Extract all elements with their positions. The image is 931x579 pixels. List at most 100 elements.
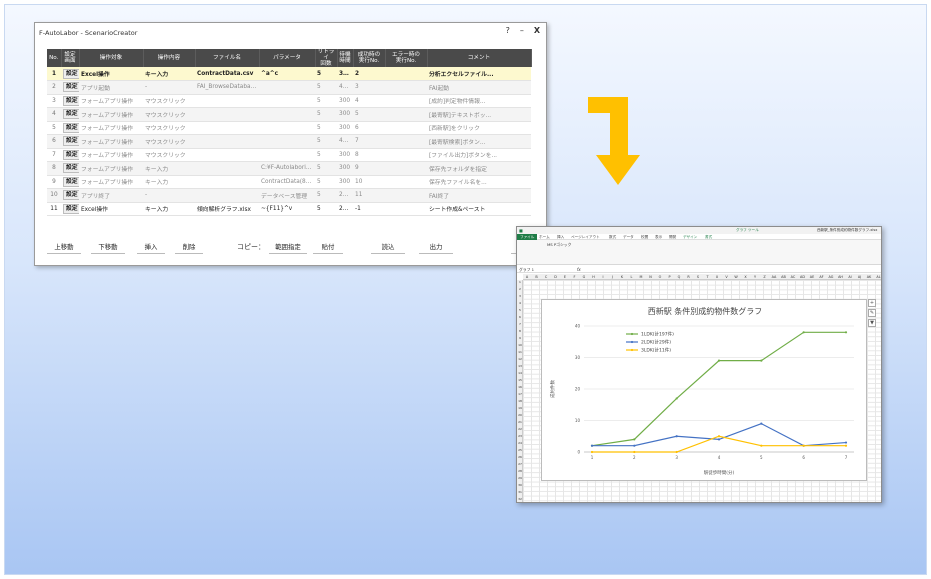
- paste-button[interactable]: 貼付: [313, 241, 343, 254]
- cell-succ: 2: [353, 67, 385, 81]
- cell-err: [385, 67, 427, 81]
- cell-retry: 5: [315, 188, 337, 203]
- insert-button[interactable]: 挿入: [137, 241, 165, 254]
- column-header: No.: [47, 49, 62, 67]
- cell-action: キー入力: [143, 67, 195, 81]
- cell-succ: 6: [353, 121, 385, 135]
- cell-err: [385, 188, 427, 203]
- cell-comment: [ファイル出力]ボタンを...: [427, 148, 531, 162]
- scenario-row[interactable]: 1設定Excel操作キー入力ContractData.csv^a^c530002…: [47, 67, 531, 81]
- cell-param: [259, 80, 315, 95]
- cell-err: [385, 134, 427, 149]
- chart-side-buttons: + ✎ ▼: [868, 299, 878, 329]
- cell-wait: 4000: [337, 80, 353, 95]
- cell-wait: 300: [337, 94, 353, 108]
- cell-action: キー入力: [143, 175, 195, 189]
- cell-err: [385, 94, 427, 108]
- cell-param: [259, 148, 315, 162]
- cell-action: キー入力: [143, 161, 195, 176]
- scenario-row[interactable]: 9 設定 フォームアプリ操作 キー入力 ContractData(8... 5 300 10 保…: [47, 175, 531, 189]
- series-line: [592, 422, 847, 447]
- cell-err: [385, 121, 427, 135]
- cell-no: 3: [47, 94, 61, 108]
- settings-button[interactable]: 設定: [63, 190, 79, 201]
- excel-context-tab: グラフ ツール: [736, 228, 759, 232]
- delete-button[interactable]: 削除: [175, 241, 203, 254]
- cell-wait: 300: [337, 121, 353, 135]
- cell-err: [385, 161, 427, 176]
- help-button[interactable]: ?: [506, 26, 510, 35]
- chart-area[interactable]: 西新駅 条件別成約物件数グラフ 0 10 20 30 40 1 2 3 4 5 6 7 駅徒歩時間(分) 成…: [541, 299, 867, 481]
- cell-param: ContractData(8...: [259, 175, 315, 189]
- move-up-button[interactable]: 上移動: [47, 241, 81, 254]
- chart-side-button[interactable]: ✎: [868, 309, 876, 317]
- cell-file: [195, 121, 259, 135]
- minimize-button[interactable]: –: [520, 26, 524, 35]
- cell-set: 設定: [61, 80, 79, 95]
- scenario-row[interactable]: 10 設定 アプリ終了 - データベース管理 5 2000 11 FAI終了: [47, 188, 531, 203]
- settings-button[interactable]: 設定: [63, 95, 79, 106]
- settings-button[interactable]: 設定: [63, 136, 79, 147]
- cell-no: 5: [47, 121, 61, 135]
- data-point: [633, 450, 636, 454]
- settings-button[interactable]: 設定: [63, 122, 79, 133]
- name-box[interactable]: グラフ 1: [519, 266, 534, 273]
- data-point: [802, 444, 805, 447]
- cell-file: [195, 94, 259, 108]
- scenario-creator-window: F-AutoLabor - ScenarioCreator ? – X No. 設…: [34, 22, 547, 266]
- y-tick-label: 10: [575, 418, 581, 423]
- scenario-row[interactable]: 5 設定 フォームアプリ操作 マウスクリック 5 300 6 [西新駅]をクリック: [47, 121, 531, 135]
- legend-marker: [630, 348, 634, 352]
- cell-retry: 5: [315, 175, 337, 189]
- cell-set: 設定: [61, 202, 79, 216]
- cell-succ: -1: [353, 202, 385, 216]
- cell-wait: 4000: [337, 134, 353, 149]
- scenario-row[interactable]: 8 設定 フォームアプリ操作 キー入力 C:¥F-Autolabori... 5 300 9 保…: [47, 161, 531, 176]
- load-button[interactable]: 読込: [371, 241, 405, 254]
- chart-side-button[interactable]: +: [868, 299, 876, 307]
- data-point: [844, 444, 848, 447]
- cell-action: マウスクリック: [143, 121, 195, 135]
- excel-window: ■ グラフ ツール 西新駅_条件別成約物件数グラフ.xlsx ファイル ホーム 挿入…: [516, 226, 882, 503]
- output-button[interactable]: 出力: [419, 241, 453, 254]
- scenario-row[interactable]: 7 設定 フォームアプリ操作 マウスクリック 5 300 8 [ファイル出力]ボタンを...: [47, 148, 531, 162]
- cell-action: マウスクリック: [143, 148, 195, 162]
- cell-comment: シート作成&ペースト: [427, 202, 531, 216]
- cell-succ: 3: [353, 80, 385, 95]
- cell-wait: 300: [337, 107, 353, 122]
- legend-marker: [630, 332, 634, 336]
- column-header: リトライ 回数: [315, 49, 338, 67]
- x-tick-label: 7: [845, 455, 848, 460]
- cell-err: [385, 148, 427, 162]
- cell-comment: FAI起動: [427, 80, 531, 95]
- scenario-row[interactable]: 6 設定 フォームアプリ操作 マウスクリック 5 4000 7 [最寄駅検索]ボタン...: [47, 134, 531, 149]
- legend-label: 3LDK(計11件): [641, 347, 671, 354]
- settings-button[interactable]: 設定: [63, 149, 79, 160]
- cell-succ: 4: [353, 94, 385, 108]
- cell-err: [385, 80, 427, 95]
- cell-no: 4: [47, 107, 61, 122]
- cell-comment: 分析エクセルファイル...: [427, 67, 531, 81]
- scenario-row[interactable]: 4 設定 フォームアプリ操作 マウスクリック 5 300 5 [最寄駅]テキストボッ...: [47, 107, 531, 122]
- column-header: 成功時の 実行No.: [353, 49, 386, 67]
- range-select-button[interactable]: 範囲指定: [269, 241, 307, 254]
- cell-succ: 8: [353, 148, 385, 162]
- cell-file: [195, 175, 259, 189]
- chart-side-button[interactable]: ▼: [868, 319, 876, 327]
- scenario-row[interactable]: 3 設定 フォームアプリ操作 マウスクリック 5 300 4 [成約]判定物件情報...: [47, 94, 531, 108]
- settings-button[interactable]: 設定: [63, 203, 79, 214]
- chart-title: 西新駅 条件別成約物件数グラフ: [648, 306, 763, 316]
- settings-button[interactable]: 設定: [63, 82, 79, 93]
- cell-wait: 300: [337, 148, 353, 162]
- cell-target: フォームアプリ操作: [79, 148, 143, 162]
- scenario-row[interactable]: 11 設定 Excel操作 キー入力 傾向解析グラフ.xlsx ~{F11}^v 5 2000…: [47, 202, 531, 216]
- font-name-box[interactable]: MS Pゴシック: [547, 242, 571, 248]
- scenario-row[interactable]: 2 設定 アプリ起動 - FAI_BrowseDatabas... 5 4000 3 FAI起動: [47, 80, 531, 95]
- settings-button[interactable]: 設定: [63, 68, 79, 79]
- settings-button[interactable]: 設定: [63, 163, 79, 174]
- cell-action: キー入力: [143, 202, 195, 216]
- settings-button[interactable]: 設定: [63, 109, 79, 120]
- settings-button[interactable]: 設定: [63, 176, 79, 187]
- move-down-button[interactable]: 下移動: [91, 241, 125, 254]
- close-button[interactable]: X: [534, 26, 540, 35]
